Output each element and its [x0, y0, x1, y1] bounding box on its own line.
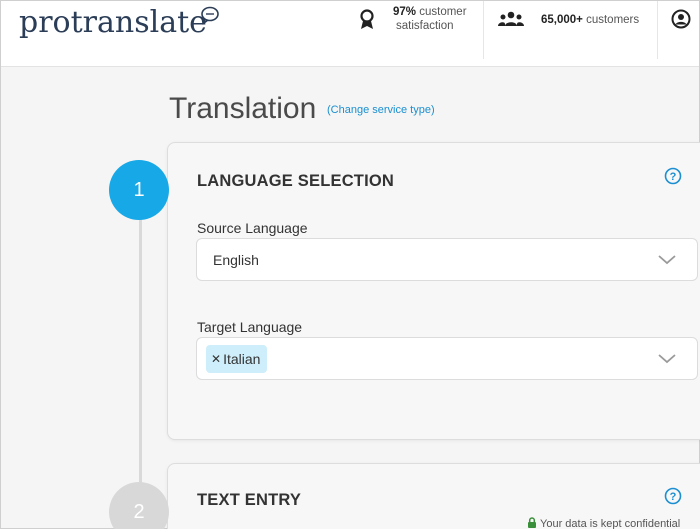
language-selection-card: LANGUAGE SELECTION ? Source Language Eng…: [167, 142, 700, 440]
satisfaction-line2: satisfaction: [396, 20, 454, 32]
satisfaction-stat: 97% customer satisfaction: [393, 5, 467, 33]
svg-text:?: ?: [670, 491, 677, 503]
account-icon[interactable]: [671, 9, 691, 29]
privacy-text: Your data is kept confidential: [540, 518, 681, 529]
chevron-down-icon: [658, 255, 676, 265]
award-ribbon-icon: [360, 9, 374, 29]
target-language-label: Target Language: [197, 319, 303, 335]
svg-text:?: ?: [670, 171, 677, 183]
remove-tag-icon[interactable]: ✕: [211, 352, 221, 366]
chevron-down-icon: [658, 354, 676, 364]
customers-text: customers: [582, 14, 640, 26]
target-language-select[interactable]: ✕ Italian: [196, 337, 698, 380]
privacy-note: Your data is kept confidential: [527, 517, 680, 529]
customers-count: 65,000+: [541, 14, 583, 26]
language-tag[interactable]: ✕ Italian: [206, 345, 268, 373]
card-title: TEXT ENTRY: [197, 491, 302, 509]
header-divider: [483, 1, 484, 59]
step-rail: [139, 192, 142, 492]
satisfaction-percent: 97%: [393, 6, 417, 18]
chat-bubble-icon: [201, 6, 219, 25]
change-service-type-link[interactable]: (Change service type): [327, 104, 435, 116]
protranslate-logo[interactable]: protranslate: [19, 5, 207, 40]
help-icon[interactable]: ?: [664, 167, 682, 185]
site-header: protranslate 97% customer satisfaction 6…: [1, 1, 699, 67]
customers-stat: 65,000+ customers: [541, 13, 639, 27]
header-divider: [657, 1, 658, 59]
source-language-label: Source Language: [197, 220, 308, 236]
help-icon[interactable]: ?: [664, 487, 682, 505]
page-title: Translation: [169, 92, 317, 125]
language-tag-label: Italian: [223, 351, 261, 367]
lock-icon: [528, 517, 536, 528]
card-title: LANGUAGE SELECTION: [197, 172, 395, 190]
step-1-indicator: 1: [109, 160, 169, 220]
source-language-select[interactable]: English: [196, 238, 698, 281]
users-group-icon: [498, 11, 524, 26]
source-language-value: English: [213, 252, 259, 268]
satisfaction-text: customer: [416, 6, 467, 18]
